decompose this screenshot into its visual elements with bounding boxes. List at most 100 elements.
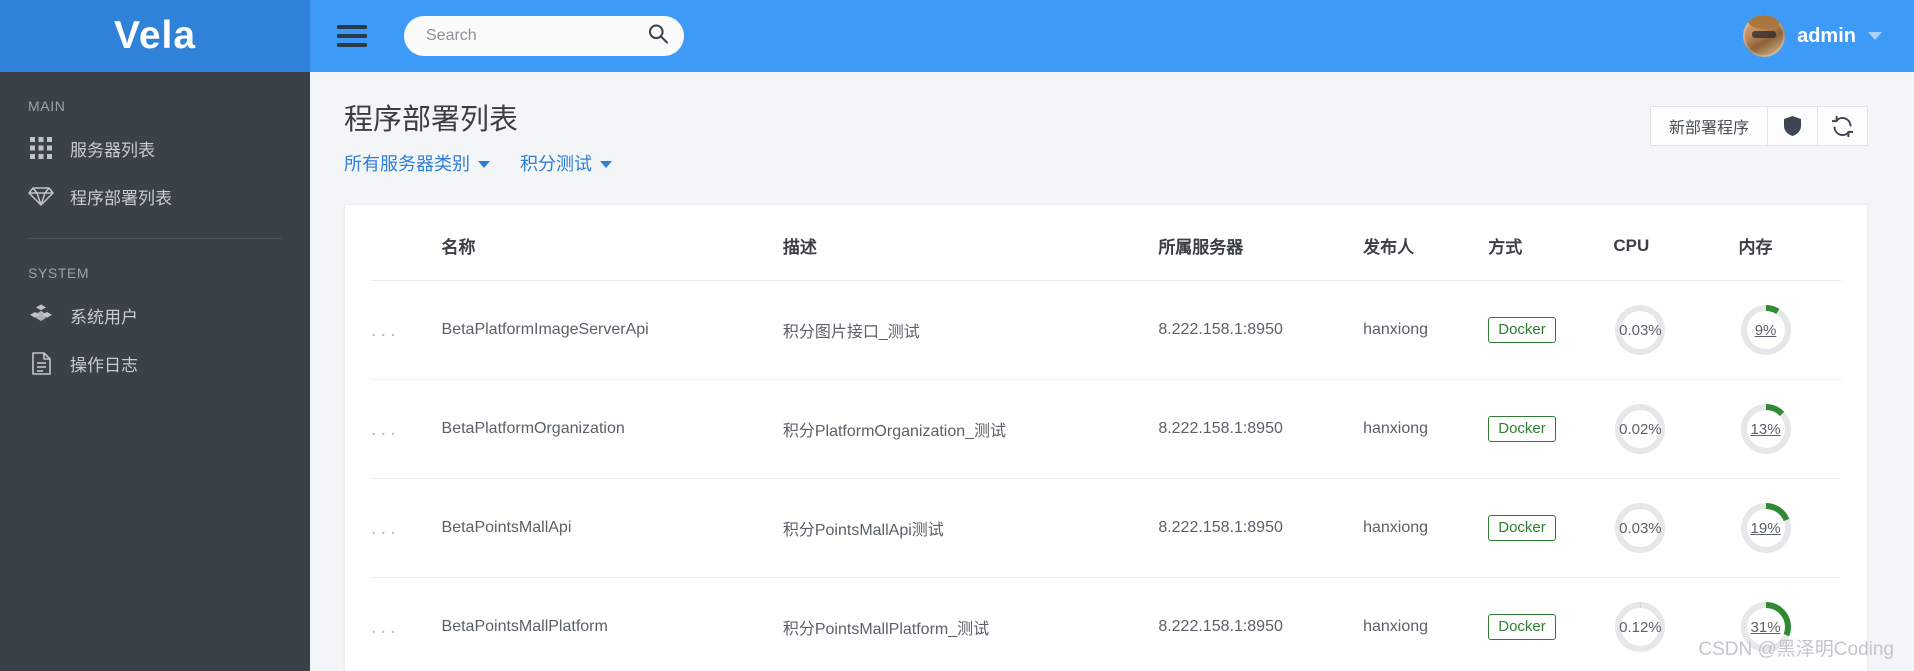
row-menu-button[interactable]: ... <box>371 517 400 539</box>
gauge-value[interactable]: 9% <box>1739 303 1793 357</box>
content-area: 程序部署列表 所有服务器类别 积分测试 新部署程序 名称 描述 所属服务器 发布… <box>310 72 1914 671</box>
sidebar-item-label: 操作日志 <box>70 355 138 375</box>
row-menu-cell: ... <box>371 578 442 671</box>
gauge-value: 0.02% <box>1619 420 1662 438</box>
row-menu-button[interactable]: ... <box>371 418 400 440</box>
col-header-menu <box>371 205 442 282</box>
cell-memory: 13% <box>1738 379 1841 480</box>
chevron-down-icon[interactable] <box>1868 32 1882 40</box>
sidebar-section-title-main: MAIN <box>28 98 66 114</box>
col-header-mode: 方式 <box>1488 205 1614 282</box>
table-row[interactable]: ... BetaPointsMallApi 积分PointsMallApi测试 8.2… <box>371 478 1841 579</box>
sidebar: Vela MAIN 服务器列表 程序部署列表 SYSTEM 系统用户 操作日志 <box>0 0 310 671</box>
cell-mode: Docker <box>1488 578 1613 671</box>
gauge-value: 0.03% <box>1619 519 1662 537</box>
cell-server: 8.222.158.1:8950 <box>1158 618 1283 636</box>
gauge-value[interactable]: 31% <box>1739 600 1793 654</box>
filter-server-category[interactable]: 所有服务器类别 <box>344 150 490 176</box>
hamburger-icon[interactable] <box>310 0 394 72</box>
gauge: 13% <box>1739 402 1793 456</box>
gauge-cell: 19% <box>1739 501 1841 555</box>
cell-cpu: 0.03% <box>1613 280 1739 381</box>
gauge-cell: 0.12% <box>1613 600 1738 654</box>
col-header-memory: 内存 <box>1738 205 1841 282</box>
gauge: 0.03% <box>1613 501 1667 555</box>
sidebar-item-operation-log[interactable]: 操作日志 <box>0 339 310 387</box>
document-icon <box>28 350 54 376</box>
table-body: ... BetaPlatformImageServerApi 积分图片接口_测试 8.… <box>371 280 1841 671</box>
app-root: Vela MAIN 服务器列表 程序部署列表 SYSTEM 系统用户 操作日志 … <box>0 0 1914 671</box>
cell-server: 8.222.158.1:8950 <box>1158 478 1364 579</box>
sidebar-item-system-users[interactable]: 系统用户 <box>0 291 310 339</box>
col-header-desc: 描述 <box>782 205 1159 282</box>
table-head: 名称 描述 所属服务器 发布人 方式 CPU 内存 <box>371 205 1841 282</box>
cell-cpu: 0.02% <box>1613 379 1739 480</box>
status-badge: Docker <box>1488 416 1556 443</box>
status-badge: Docker <box>1488 515 1556 542</box>
sidebar-item-server-list[interactable]: 服务器列表 <box>0 124 310 172</box>
refresh-button[interactable] <box>1818 106 1868 146</box>
sidebar-item-label: 系统用户 <box>70 307 138 327</box>
gauge-cell: 31% <box>1739 600 1841 654</box>
gauge-cell: 0.03% <box>1613 303 1738 357</box>
row-menu-cell: ... <box>371 379 442 480</box>
table-row[interactable]: ... BetaPointsMallPlatform 积分PointsMallPla… <box>371 578 1841 671</box>
gauge-value[interactable]: 19% <box>1739 501 1793 555</box>
row-menu-button[interactable]: ... <box>371 319 400 341</box>
user-menu[interactable]: admin <box>1743 15 1886 57</box>
brand-name: Vela <box>113 14 197 57</box>
user-name: admin <box>1797 24 1856 47</box>
sidebar-section-main: MAIN 服务器列表 程序部署列表 <box>0 72 310 239</box>
row-menu-cell: ... <box>371 478 442 579</box>
cell-name: BetaPlatformImageServerApi <box>441 280 783 381</box>
cell-desc: 积分PlatformOrganization_测试 <box>782 379 1159 480</box>
gauge-value[interactable]: 13% <box>1739 402 1793 456</box>
gauge-value: 0.03% <box>1619 321 1662 339</box>
page-header: 程序部署列表 所有服务器类别 积分测试 新部署程序 <box>344 102 1868 176</box>
gauge: 19% <box>1739 501 1793 555</box>
cell-publisher: hanxiong <box>1363 280 1489 381</box>
cell-memory: 9% <box>1738 280 1841 381</box>
gauge: 9% <box>1739 303 1793 357</box>
row-menu-cell: ... <box>371 280 442 381</box>
deployment-table: 名称 描述 所属服务器 发布人 方式 CPU 内存 ... BetaPlatfor… <box>371 205 1841 671</box>
cell-cpu: 0.03% <box>1613 478 1739 579</box>
gauge-cell: 9% <box>1739 303 1841 357</box>
new-deploy-button[interactable]: 新部署程序 <box>1649 106 1768 146</box>
gem-icon <box>28 183 54 209</box>
cell-desc: 积分PointsMallApi测试 <box>782 478 1159 579</box>
search-input[interactable] <box>404 16 684 56</box>
filter-label: 所有服务器类别 <box>344 154 470 175</box>
sidebar-item-label: 服务器列表 <box>70 140 155 160</box>
brand-logo[interactable]: Vela <box>0 0 310 72</box>
cell-desc: 积分PointsMallPlatform_测试 <box>782 621 990 639</box>
col-header-publisher: 发布人 <box>1363 205 1489 282</box>
sidebar-item-deploy-list[interactable]: 程序部署列表 <box>0 172 310 220</box>
cubes-icon <box>28 302 54 328</box>
gauge: 0.03% <box>1613 303 1667 357</box>
table-row[interactable]: ... BetaPlatformOrganization 积分PlatformOrg… <box>371 379 1841 480</box>
col-header-cpu: CPU <box>1613 205 1739 282</box>
filter-label: 积分测试 <box>520 154 592 175</box>
cell-publisher: hanxiong <box>1363 618 1429 636</box>
shield-button[interactable] <box>1768 106 1818 146</box>
sidebar-section-system: SYSTEM 系统用户 操作日志 <box>0 239 310 387</box>
table-row[interactable]: ... BetaPlatformImageServerApi 积分图片接口_测试 8.… <box>371 280 1841 381</box>
filter-points-test[interactable]: 积分测试 <box>520 150 612 176</box>
status-badge: Docker <box>1488 317 1556 344</box>
cell-memory: 19% <box>1738 478 1841 579</box>
cell-desc: 积分图片接口_测试 <box>782 280 1159 381</box>
shield-icon <box>1784 116 1801 136</box>
table-header-row: 名称 描述 所属服务器 发布人 方式 CPU 内存 <box>371 205 1841 282</box>
gauge-cell: 0.03% <box>1613 501 1738 555</box>
cell-name: BetaPointsMallApi <box>441 478 783 579</box>
page-header-left: 程序部署列表 所有服务器类别 积分测试 <box>344 102 1650 176</box>
cell-name: BetaPointsMallPlatform <box>441 618 608 636</box>
gauge: 31% <box>1739 600 1793 654</box>
gauge-cell: 13% <box>1739 402 1841 456</box>
gauge-cell: 0.02% <box>1613 402 1738 456</box>
row-menu-button[interactable]: ... <box>371 616 400 638</box>
search-box <box>404 16 684 56</box>
cell-mode: Docker <box>1488 379 1614 480</box>
status-badge: Docker <box>1488 614 1556 641</box>
